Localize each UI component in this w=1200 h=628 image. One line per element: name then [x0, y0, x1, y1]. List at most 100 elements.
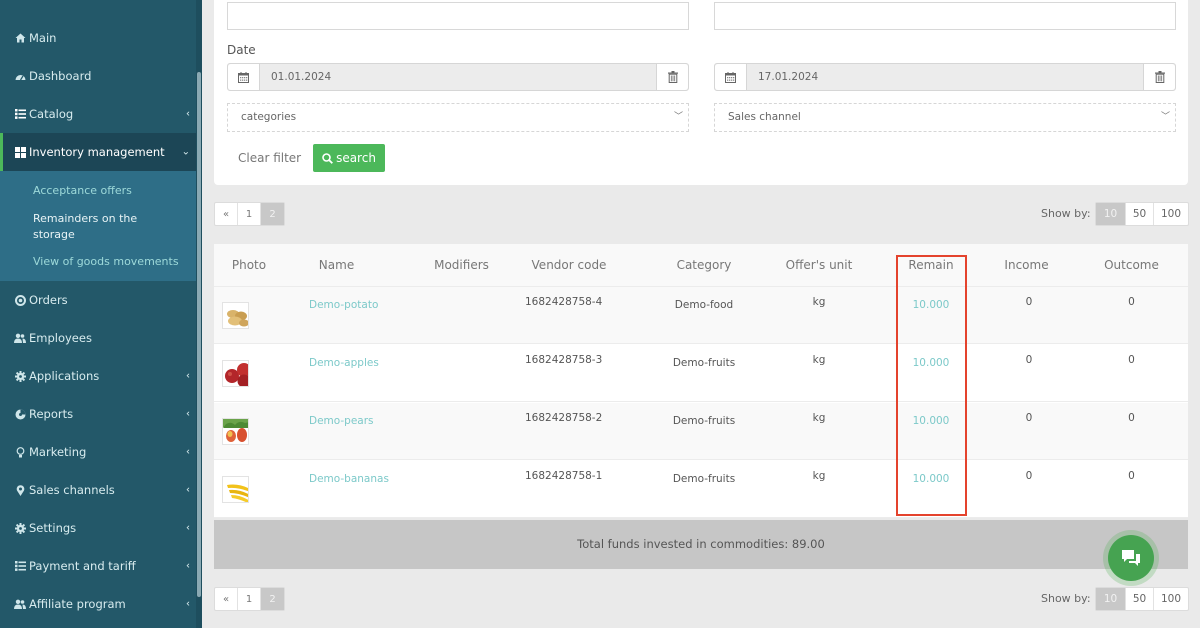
table-header: Photo Name Modifiers Vendor code Categor… [214, 244, 1188, 287]
chevron-left-icon: ‹ [186, 370, 190, 382]
sidebar-item-label: Sales channels [29, 483, 115, 497]
sidebar-item-marketing[interactable]: Marketing ‹ [0, 433, 196, 471]
remain-value: 10.000 [912, 299, 950, 311]
trash-icon[interactable] [656, 64, 688, 90]
pagination-page-current[interactable]: 2 [261, 588, 284, 610]
clear-filter-button[interactable]: Clear filter [238, 151, 301, 165]
sidebar-scrollbar-thumb[interactable] [197, 72, 201, 597]
product-name-link[interactable]: Demo-pears [309, 415, 374, 427]
product-name-link[interactable]: Demo-apples [309, 357, 379, 369]
product-name-link[interactable]: Demo-bananas [309, 473, 389, 485]
trash-icon[interactable] [1143, 64, 1175, 90]
show-by-option[interactable]: 50 [1126, 588, 1154, 610]
product-name-link[interactable]: Demo-potato [309, 299, 378, 311]
date-from-value[interactable]: 01.01.2024 [260, 64, 656, 90]
outcome-value: 0 [1128, 470, 1135, 482]
remainders-table: Photo Name Modifiers Vendor code Categor… [214, 244, 1188, 518]
pie-chart-icon [14, 408, 26, 420]
category: Demo-food [674, 299, 734, 311]
pagination-page-current[interactable]: 2 [261, 203, 284, 225]
submenu-item-remainders-on-storage[interactable]: Remainders on the storage [33, 211, 153, 243]
show-by-option[interactable]: 10 [1096, 203, 1126, 225]
lightbulb-icon [14, 446, 26, 458]
column-header-modifiers: Modifiers [434, 258, 489, 272]
show-by-option[interactable]: 50 [1126, 203, 1154, 225]
sidebar-item-label: Dashboard [29, 69, 92, 83]
product-photo-bananas[interactable] [222, 476, 249, 503]
submenu-item-acceptance-offers[interactable]: Acceptance offers [33, 183, 132, 199]
calendar-icon[interactable] [228, 64, 260, 90]
sidebar-item-main[interactable]: Main [0, 19, 196, 57]
column-header-vendor-code: Vendor code [531, 258, 607, 272]
users-icon [14, 598, 26, 610]
sidebar-item-applications[interactable]: Applications ‹ [0, 357, 196, 395]
show-by-option[interactable]: 10 [1096, 588, 1126, 610]
product-photo-pears[interactable] [222, 418, 249, 445]
sidebar-item-inventory-management[interactable]: Inventory management ⌄ [0, 133, 196, 171]
search-button[interactable]: search [313, 144, 385, 172]
category: Demo-fruits [672, 415, 736, 427]
sidebar-item-orders[interactable]: Orders [0, 281, 196, 319]
sidebar-item-label: Orders [29, 293, 68, 307]
date-to-value[interactable]: 17.01.2024 [747, 64, 1143, 90]
unit: kg [812, 412, 826, 424]
date-to-field: 17.01.2024 [714, 63, 1176, 91]
remain-value: 10.000 [912, 357, 950, 369]
home-icon [14, 32, 26, 44]
pagination-top: « 1 2 [214, 202, 285, 226]
total-funds-bar: Total funds invested in commodities: 89.… [214, 520, 1188, 569]
show-by-selector-bottom: 10 50 100 [1095, 587, 1189, 611]
sales-channel-select[interactable]: Sales channel ﹀ [714, 103, 1176, 132]
inventory-submenu: Acceptance offers Remainders on the stor… [0, 171, 196, 281]
sidebar-item-label: Settings [29, 521, 77, 535]
column-header-photo: Photo [231, 258, 267, 272]
sidebar-item-sales-channels[interactable]: Sales channels ‹ [0, 471, 196, 509]
sidebar-item-reports[interactable]: Reports ‹ [0, 395, 196, 433]
chevron-left-icon: ‹ [186, 484, 190, 496]
sidebar-item-settings[interactable]: Settings ‹ [0, 509, 196, 547]
unit: kg [812, 354, 826, 366]
pagination-page[interactable]: 1 [238, 588, 261, 610]
chevron-down-icon: ﹀ [673, 112, 683, 122]
unit: kg [812, 470, 826, 482]
outcome-value: 0 [1128, 296, 1135, 308]
sidebar-item-label: Affiliate program [29, 597, 126, 611]
pagination-page[interactable]: 1 [238, 203, 261, 225]
sidebar-item-label: Main [29, 31, 57, 45]
chat-button[interactable] [1103, 530, 1159, 586]
pagination-prev[interactable]: « [215, 203, 238, 225]
life-ring-icon [14, 294, 26, 306]
vendor-code: 1682428758-4 [525, 296, 603, 308]
chat-icon [1121, 549, 1141, 567]
sidebar-item-affiliate-program[interactable]: Affiliate program ‹ [0, 585, 196, 623]
show-by-label: Show by: [1041, 207, 1091, 220]
chevron-left-icon: ‹ [186, 408, 190, 420]
show-by-option[interactable]: 100 [1154, 203, 1188, 225]
filter-text-input-left[interactable] [227, 2, 689, 30]
product-photo-apples[interactable] [222, 360, 249, 387]
categories-select-value: categories [241, 111, 297, 123]
users-icon [14, 332, 26, 344]
search-icon [322, 152, 333, 164]
sidebar-item-label: Applications [29, 369, 100, 383]
gear-icon [14, 522, 26, 534]
column-header-income: Income [1004, 258, 1049, 272]
sidebar-item-payment-and-tariff[interactable]: Payment and tariff ‹ [0, 547, 196, 585]
vendor-code: 1682428758-1 [525, 470, 603, 482]
sidebar-item-catalog[interactable]: Catalog ‹ [0, 95, 196, 133]
sidebar-item-label: Catalog [29, 107, 74, 121]
sidebar-item-employees[interactable]: Employees [0, 319, 196, 357]
list-icon [14, 108, 26, 120]
product-photo-potato[interactable] [222, 302, 249, 329]
calendar-icon[interactable] [715, 64, 747, 90]
sidebar-item-label: Marketing [29, 445, 87, 459]
filter-text-input-right[interactable] [714, 2, 1176, 30]
sidebar-item-dashboard[interactable]: Dashboard [0, 57, 196, 95]
income-value: 0 [1025, 470, 1033, 482]
categories-select[interactable]: categories ﹀ [227, 103, 689, 132]
show-by-selector-top: 10 50 100 [1095, 202, 1189, 226]
show-by-option[interactable]: 100 [1154, 588, 1188, 610]
pagination-prev[interactable]: « [215, 588, 238, 610]
submenu-item-goods-movements[interactable]: View of goods movements [33, 254, 179, 270]
table-row: Demo-bananas 1682428758-1 Demo-fruits kg… [214, 461, 1188, 518]
